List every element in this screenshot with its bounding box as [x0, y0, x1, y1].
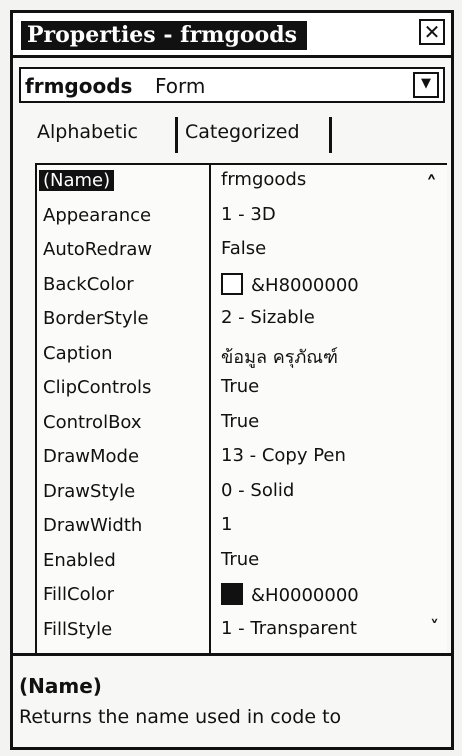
property-value[interactable]: True	[221, 376, 259, 397]
tab-alphabetic[interactable]: Alphabetic	[37, 121, 138, 143]
properties-window: Properties - frmgoods ✕ frmgoods Form ▼ …	[10, 10, 454, 750]
property-row[interactable]: DrawStyle 0 - Solid	[37, 476, 447, 510]
property-name: DrawWidth	[43, 515, 143, 536]
property-name: AutoRedraw	[43, 239, 153, 260]
property-name: FillStyle	[43, 618, 113, 640]
object-name: frmgoods	[25, 74, 133, 98]
property-name: BorderStyle	[43, 308, 149, 329]
property-value[interactable]: 1 - Transparent	[221, 618, 357, 639]
description-title: (Name)	[19, 674, 102, 698]
property-row[interactable]: Enabled True	[37, 545, 447, 579]
window-title: Properties - frmgoods	[21, 21, 307, 50]
property-grid[interactable]: (Name) frmgoods Appearance 1 - 3D AutoRedraw…	[35, 163, 447, 653]
property-row[interactable]: DrawMode 13 - Copy Pen	[37, 441, 447, 475]
property-name: FillColor	[43, 584, 115, 605]
tab-divider	[329, 117, 332, 153]
tab-divider	[175, 117, 178, 153]
chevron-down-icon: ▼	[421, 76, 431, 91]
property-value[interactable]: 2 - Sizable	[221, 307, 315, 328]
description-text: Returns the name used in code to	[19, 706, 342, 728]
property-value[interactable]: 13 - Copy Pen	[221, 445, 346, 466]
property-name: ControlBox	[43, 411, 142, 433]
property-row[interactable]: BackColor &H8000000	[37, 269, 447, 303]
property-row[interactable]: BorderStyle 2 - Sizable	[37, 303, 447, 337]
property-name: (Name)	[39, 170, 115, 191]
property-name: ClipControls	[43, 377, 152, 398]
title-bar[interactable]: Properties - frmgoods ✕	[13, 13, 451, 58]
object-selector[interactable]: frmgoods Form ▼	[19, 67, 445, 103]
scroll-up-icon[interactable]: ˄	[426, 173, 437, 198]
property-value[interactable]: 1 - 3D	[221, 204, 276, 225]
property-row[interactable]: FillStyle 1 - Transparent	[37, 614, 447, 648]
close-icon[interactable]: ✕	[419, 19, 445, 45]
property-name: DrawMode	[43, 446, 140, 467]
property-value-text: &H0000000	[251, 585, 359, 606]
property-value[interactable]: ข้อมูล ครุภัณฑ์	[221, 342, 338, 371]
property-row[interactable]: Appearance 1 - 3D	[37, 200, 447, 234]
property-row[interactable]: (Name) frmgoods	[37, 165, 447, 199]
color-swatch-icon	[221, 272, 243, 295]
property-value[interactable]: &H0000000	[221, 583, 359, 606]
property-name: Appearance	[43, 204, 152, 226]
property-row[interactable]: DrawWidth 1	[37, 510, 447, 544]
property-value[interactable]: 1	[221, 514, 232, 535]
dropdown-button[interactable]: ▼	[413, 72, 439, 98]
scroll-down-icon[interactable]: ˅	[430, 617, 439, 638]
property-value[interactable]: frmgoods	[221, 169, 306, 190]
property-name: BackColor	[43, 273, 134, 295]
property-value[interactable]: False	[221, 238, 266, 259]
property-name: DrawStyle	[43, 480, 136, 502]
property-row[interactable]: AutoRedraw False	[37, 234, 447, 268]
property-value[interactable]: &H8000000	[221, 272, 359, 296]
property-row[interactable]: ControlBox True	[37, 407, 447, 441]
property-row[interactable]: Caption ข้อมูล ครุภัณฑ์	[37, 338, 447, 372]
description-pane: (Name) Returns the name used in code to	[13, 653, 451, 756]
property-value[interactable]: True	[221, 549, 259, 570]
color-swatch-icon	[221, 583, 243, 605]
property-name: Enabled	[43, 549, 116, 571]
property-row[interactable]: ClipControls True	[37, 372, 447, 406]
tab-categorized[interactable]: Categorized	[185, 121, 300, 143]
property-row[interactable]: FillColor &H0000000	[37, 579, 447, 613]
object-type: Form	[155, 74, 206, 98]
property-value-text: &H8000000	[251, 274, 359, 296]
property-value[interactable]: 0 - Solid	[221, 480, 294, 501]
property-name: Caption	[43, 342, 113, 364]
property-value[interactable]: True	[221, 411, 259, 432]
